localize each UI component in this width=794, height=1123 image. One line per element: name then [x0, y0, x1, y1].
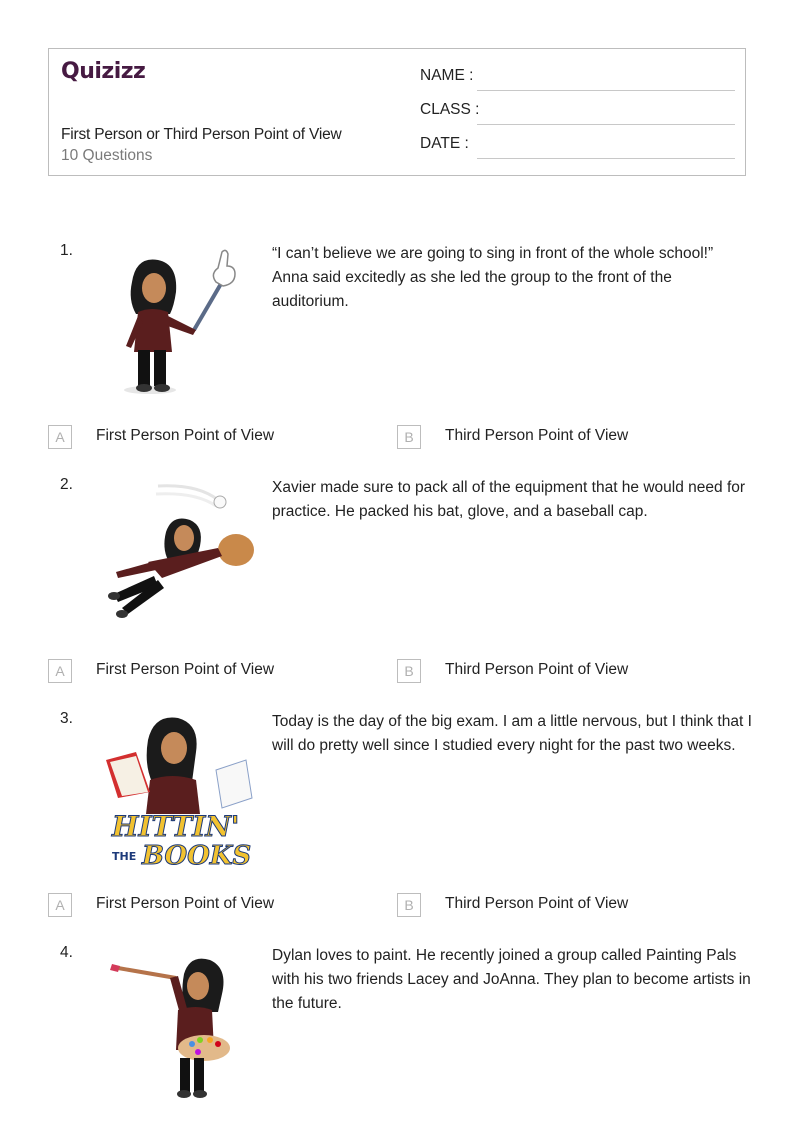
name-label: NAME : — [420, 67, 474, 84]
class-line[interactable] — [477, 124, 735, 125]
option-letter-box[interactable]: B — [397, 893, 421, 917]
name-line[interactable] — [477, 90, 735, 91]
date-field[interactable]: DATE : — [420, 135, 735, 159]
name-field[interactable]: NAME : — [420, 67, 735, 91]
option-text: First Person Point of View — [96, 895, 275, 912]
quizizz-logo: Quizizz — [61, 59, 146, 84]
question-text: “I can’t believe we are going to sing in… — [272, 245, 714, 310]
option-text: Third Person Point of View — [445, 661, 629, 678]
option-text: First Person Point of View — [96, 661, 275, 678]
bitmoji-hittin-the-books-image: HITTIN' THE BOOKS — [98, 710, 258, 872]
question-count: 10 Questions — [61, 147, 153, 164]
question-number: 1. — [60, 242, 73, 259]
bitmoji-painting-image — [98, 944, 258, 1104]
option-text: First Person Point of View — [96, 427, 275, 444]
option-letter-box[interactable]: B — [397, 659, 421, 683]
worksheet-header: Quizizz First Person or Third Person Poi… — [48, 48, 746, 176]
option-letter-box[interactable]: A — [48, 893, 72, 917]
question-text: Xavier made sure to pack all of the equi… — [272, 479, 746, 520]
option-text: Third Person Point of View — [445, 895, 629, 912]
the-caption: THE — [112, 850, 136, 863]
class-label: CLASS : — [420, 101, 480, 118]
question-number: 4. — [60, 944, 73, 961]
class-field[interactable]: CLASS : — [420, 101, 735, 125]
question-number: 2. — [60, 476, 73, 493]
bitmoji-pointing-foam-finger-image — [98, 242, 258, 402]
option-letter-box[interactable]: A — [48, 425, 72, 449]
option-text: Third Person Point of View — [445, 427, 629, 444]
option-letter-box[interactable]: A — [48, 659, 72, 683]
bitmoji-catching-baseball-image — [98, 476, 258, 636]
option-letter-box[interactable]: B — [397, 425, 421, 449]
question-text: Today is the day of the big exam. I am a… — [272, 713, 752, 754]
worksheet-title: First Person or Third Person Point of Vi… — [61, 126, 342, 143]
date-label: DATE : — [420, 135, 469, 152]
books-caption: BOOKS — [141, 841, 251, 870]
question-number: 3. — [60, 710, 73, 727]
date-line[interactable] — [477, 158, 735, 159]
hittin-caption: HITTIN' — [111, 810, 240, 843]
question-text: Dylan loves to paint. He recently joined… — [272, 947, 751, 1012]
